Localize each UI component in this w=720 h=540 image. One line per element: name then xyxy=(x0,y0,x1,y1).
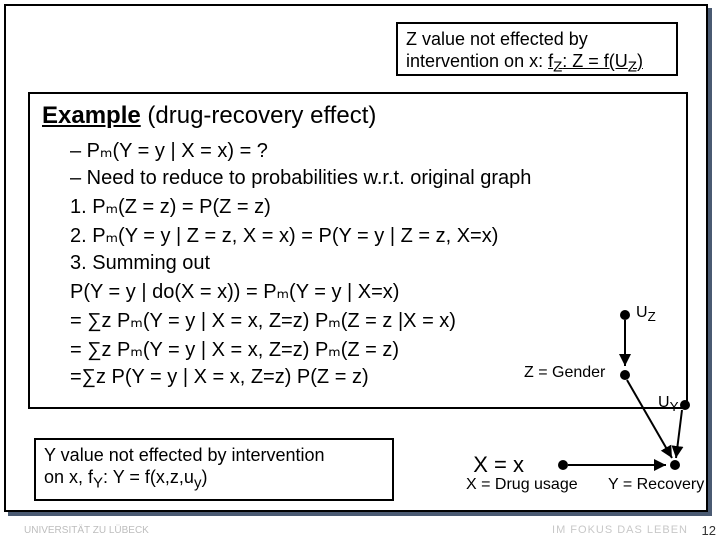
logo-text: UNIVERSITÄT ZU LÜBECK xyxy=(24,525,149,536)
diagram-arrows xyxy=(522,300,702,510)
note-z-box: Z value not effected by intervention on … xyxy=(396,22,678,76)
page-number: 12 xyxy=(702,523,716,538)
example-line: – Need to reduce to probabilities w.r.t.… xyxy=(42,167,674,190)
example-line: 1. Pₘ(Z = z) = P(Z = z) xyxy=(42,194,674,219)
note-z-line2-pre: intervention on x: xyxy=(406,51,548,71)
example-line: 3. Summing out xyxy=(42,252,674,275)
note-z-line1: Z value not effected by xyxy=(406,29,588,49)
example-line: 2. Pₘ(Y = y | Z = z, X = x) = P(Y = y | … xyxy=(42,223,674,248)
causal-diagram: UZ Z = Gender UY X = Drug usage Y = Reco… xyxy=(522,300,702,510)
note-y-box: Y value not effected by intervention on … xyxy=(34,438,394,501)
example-line: – Pₘ(Y = y | X = x) = ? xyxy=(42,138,674,163)
x-equals: X = x xyxy=(473,452,524,478)
example-title: Example (drug-recovery effect) xyxy=(42,102,674,130)
watermark-text: IM FOKUS DAS LEBEN xyxy=(552,524,688,536)
